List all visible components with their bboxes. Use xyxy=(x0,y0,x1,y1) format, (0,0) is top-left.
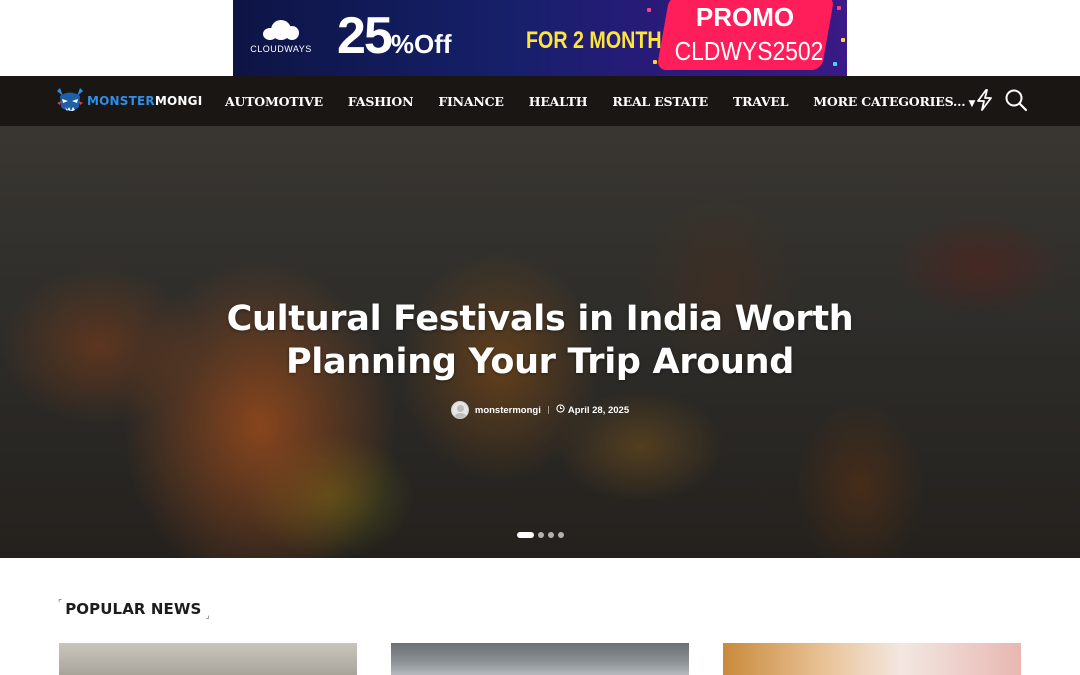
discount-suffix: %Off xyxy=(390,29,452,59)
slider-dot[interactable] xyxy=(547,532,554,538)
confetti-decoration xyxy=(647,8,651,12)
clock-icon xyxy=(556,404,565,416)
discount-number: 25 xyxy=(337,7,393,65)
site-logo[interactable]: MONSTERMONGI xyxy=(54,84,202,118)
menu-item-label: HEALTH xyxy=(528,93,588,109)
header-actions xyxy=(976,88,1028,112)
hero-title[interactable]: Cultural Festivals in India Worth Planni… xyxy=(140,298,940,384)
confetti-decoration xyxy=(653,60,657,64)
main-navigation: MONSTERMONGI AUTOMOTIVE FASHION FINANCE … xyxy=(0,76,1080,126)
promo-label: PROMO xyxy=(695,2,795,32)
monster-mascot-icon xyxy=(54,85,86,117)
site-name: MONSTERMONGI xyxy=(87,94,202,108)
promo-ad[interactable]: CLOUDWAYS 25%Off FOR 2 MONTHS PROMO CLDW… xyxy=(233,0,847,76)
menu-item-fashion[interactable]: FASHION xyxy=(347,93,414,109)
slider-dot[interactable] xyxy=(557,532,564,538)
hero-slider[interactable]: Cultural Festivals in India Worth Planni… xyxy=(0,126,1080,558)
promo-duration: FOR 2 MONTHS xyxy=(526,27,675,54)
discount-text: 25%Off xyxy=(337,6,452,66)
confetti-decoration xyxy=(837,6,841,10)
meta-divider xyxy=(547,406,549,414)
menu-item-label: FINANCE xyxy=(438,93,504,109)
popular-news-heading: ⌜ POPULAR NEWS ⌟ xyxy=(58,598,210,620)
slider-dot[interactable] xyxy=(516,532,534,538)
menu-item-label: FASHION xyxy=(347,93,414,109)
confetti-decoration xyxy=(841,38,845,42)
menu-item-label: MORE CATEGORIES... xyxy=(813,93,966,109)
search-icon[interactable] xyxy=(1004,88,1028,112)
slider-pagination xyxy=(0,532,1080,538)
hero-meta: monstermongi April 28, 2025 xyxy=(0,401,1080,419)
post-date: April 28, 2025 xyxy=(567,404,630,416)
menu-item-label: REAL ESTATE xyxy=(612,93,708,109)
ad-banner-area: CLOUDWAYS 25%Off FOR 2 MONTHS PROMO CLDW… xyxy=(0,0,1080,76)
menu-item-health[interactable]: HEALTH xyxy=(529,94,588,109)
menu-item-label: TRAVEL xyxy=(733,93,789,109)
cloud-icon xyxy=(261,18,301,40)
heading-bracket-open: ⌜ xyxy=(58,598,63,608)
category-menu: AUTOMOTIVE FASHION FINANCE HEALTH REAL E… xyxy=(225,76,1000,126)
popular-news-card-thumbnail[interactable] xyxy=(391,643,689,675)
menu-item-real-estate[interactable]: REAL ESTATE xyxy=(612,94,708,109)
menu-item-automotive[interactable]: AUTOMOTIVE xyxy=(225,94,323,109)
menu-item-finance[interactable]: FINANCE xyxy=(438,93,504,109)
section-title: POPULAR NEWS xyxy=(65,600,202,618)
cloudways-logo: CLOUDWAYS xyxy=(249,18,313,54)
menu-item-travel[interactable]: TRAVEL xyxy=(733,94,788,109)
menu-item-more-categories[interactable]: MORE CATEGORIES... ▼ xyxy=(813,94,975,109)
author-name[interactable]: monstermongi xyxy=(475,405,541,416)
lightning-icon[interactable] xyxy=(976,89,994,111)
author-avatar[interactable] xyxy=(450,401,469,419)
site-name-part1: MONSTER xyxy=(87,94,155,108)
promo-code: CLDWYS2502 xyxy=(674,36,824,66)
heading-bracket-close: ⌟ xyxy=(205,610,210,620)
popular-news-card-thumbnail[interactable] xyxy=(723,643,1021,675)
cloudways-label: CLOUDWAYS xyxy=(250,44,312,54)
chevron-down-icon: ▼ xyxy=(968,98,976,109)
site-name-part2: MONGI xyxy=(154,94,203,108)
confetti-decoration xyxy=(833,62,837,66)
slider-dot[interactable] xyxy=(537,532,544,538)
menu-item-label: AUTOMOTIVE xyxy=(225,93,323,109)
popular-news-card-thumbnail[interactable] xyxy=(59,643,357,675)
